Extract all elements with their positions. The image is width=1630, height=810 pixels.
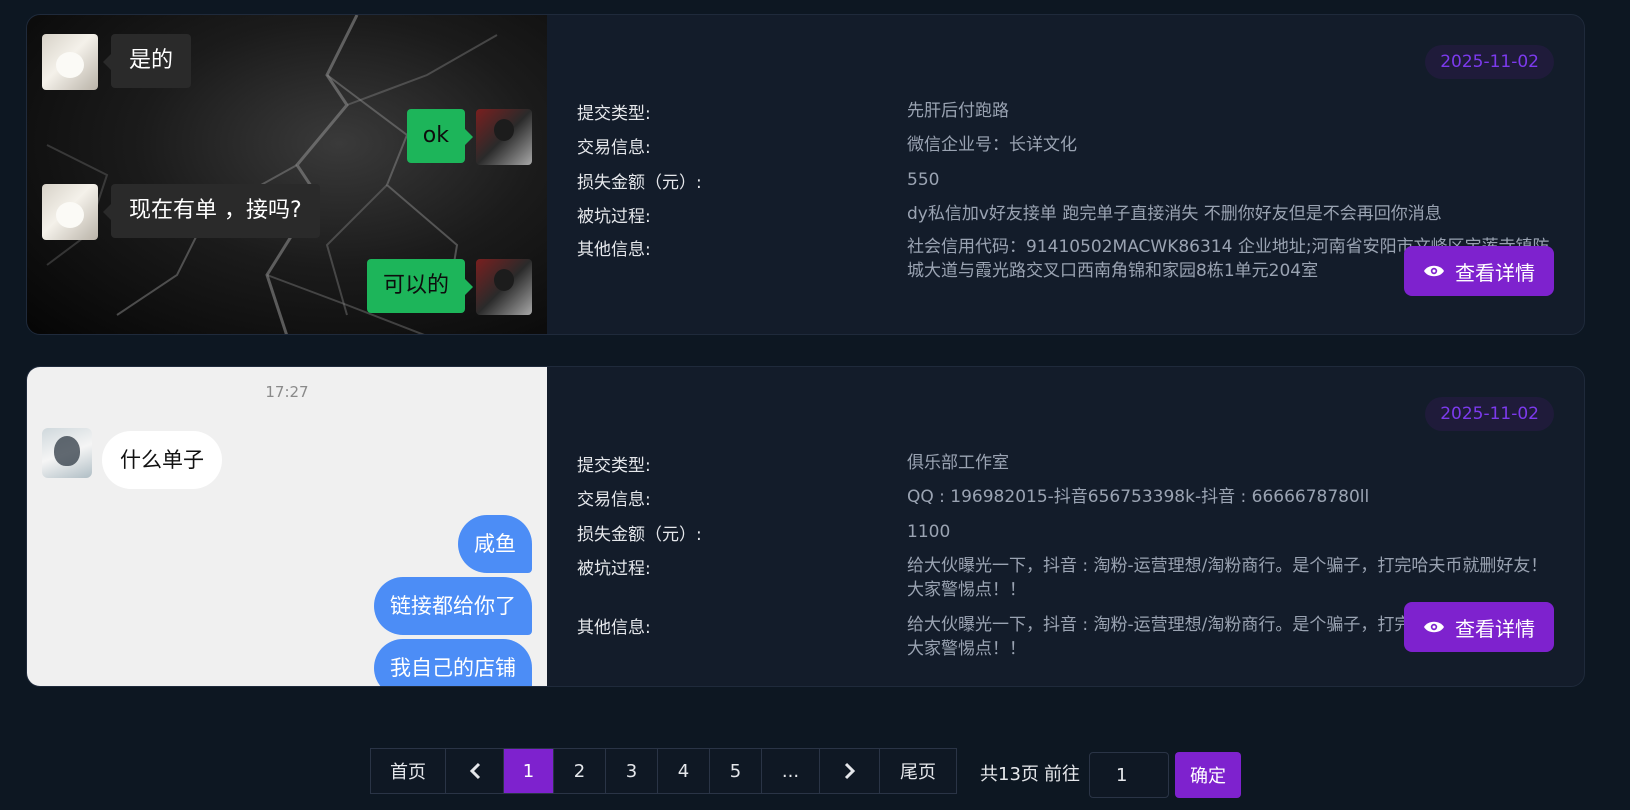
info-label-amount: 损失金额（元）:: [577, 525, 702, 545]
date-badge: 2025-11-02: [1425, 397, 1554, 431]
page-5-button[interactable]: 5: [710, 749, 762, 793]
info-label-amount: 损失金额（元）:: [577, 173, 702, 193]
eye-icon: [1424, 621, 1444, 633]
info-value-amount: 1100: [907, 522, 951, 542]
info-value-amount: 550: [907, 170, 940, 190]
info-label-type: 提交类型:: [577, 104, 651, 124]
chat-bubble: ok: [406, 109, 474, 163]
info-value-type: 俱乐部工作室: [907, 453, 1009, 473]
chat-screenshot[interactable]: 17:27 什么单子 咸鱼 链接都给你了 我自己的店铺: [27, 367, 547, 686]
first-page-button[interactable]: 首页: [371, 749, 446, 793]
date-badge: 2025-11-02: [1425, 45, 1554, 79]
chevron-right-icon: [844, 762, 855, 780]
report-card: 17:27 什么单子 咸鱼 链接都给你了 我自己的店铺 2025-11-02 提…: [26, 366, 1585, 687]
info-value-process: 给大伙曝光一下，抖音 : 淘粉-运营理想/淘粉商行。是个骗子，打完哈夫币就删好友…: [907, 556, 1548, 600]
chat-screenshot[interactable]: 是的 ok 现在有单 ，接吗? 可以的: [27, 15, 547, 334]
goto-page-input[interactable]: [1089, 752, 1169, 798]
chat-bubble: 我自己的店铺: [374, 639, 532, 686]
view-details-label: 查看详情: [1455, 616, 1535, 641]
last-page-button[interactable]: 尾页: [880, 749, 956, 793]
info-value-trade: QQ : 196982015-抖音656753398k-抖音 : 6666678…: [907, 487, 1370, 507]
info-label-process: 被坑过程:: [577, 559, 651, 579]
page-ellipsis: ...: [762, 749, 820, 793]
chat-bubble: 咸鱼: [458, 515, 532, 573]
total-pages: 共13页: [980, 764, 1039, 785]
report-card: 是的 ok 现在有单 ，接吗? 可以的 2025-11-02 提交类型: 先肝后…: [26, 14, 1585, 335]
info-label-process: 被坑过程:: [577, 207, 651, 227]
avatar: [42, 184, 98, 240]
info-value-type: 先肝后付跑路: [907, 101, 1009, 121]
chat-bubble: 什么单子: [102, 431, 222, 489]
page-4-button[interactable]: 4: [658, 749, 710, 793]
page-1-button[interactable]: 1: [504, 749, 554, 793]
info-label-trade: 交易信息:: [577, 490, 651, 510]
prev-page-button[interactable]: [446, 749, 504, 793]
avatar: [476, 259, 532, 315]
chat-bubble: 链接都给你了: [374, 577, 532, 635]
chat-bubble: 可以的: [366, 259, 474, 313]
eye-icon: [1424, 265, 1444, 277]
goto-label: 前往: [1044, 764, 1080, 785]
avatar: [476, 109, 532, 165]
chevron-left-icon: [469, 762, 480, 780]
avatar: [42, 34, 98, 90]
info-label-other: 其他信息:: [577, 618, 651, 638]
info-label-other: 其他信息:: [577, 240, 651, 260]
page-2-button[interactable]: 2: [554, 749, 606, 793]
info-value-trade: 微信企业号：长详文化: [907, 135, 1077, 155]
avatar: [42, 428, 92, 478]
info-value-process: dy私信加v好友接单 跑完单子直接消失 不删你好友但是不会再回你消息: [907, 204, 1442, 224]
info-label-trade: 交易信息:: [577, 138, 651, 158]
confirm-button[interactable]: 确定: [1175, 752, 1241, 798]
chat-bubble: 现在有单 ，接吗?: [103, 184, 320, 238]
pagination: 首页 1 2 3 4 5 ... 尾页: [370, 748, 957, 794]
chat-bubble: 是的: [102, 34, 192, 88]
chat-timestamp: 17:27: [265, 383, 309, 401]
view-details-label: 查看详情: [1455, 260, 1535, 285]
view-details-button[interactable]: 查看详情: [1404, 246, 1554, 296]
next-page-button[interactable]: [820, 749, 880, 793]
page-3-button[interactable]: 3: [606, 749, 658, 793]
view-details-button[interactable]: 查看详情: [1404, 602, 1554, 652]
info-label-type: 提交类型:: [577, 456, 651, 476]
